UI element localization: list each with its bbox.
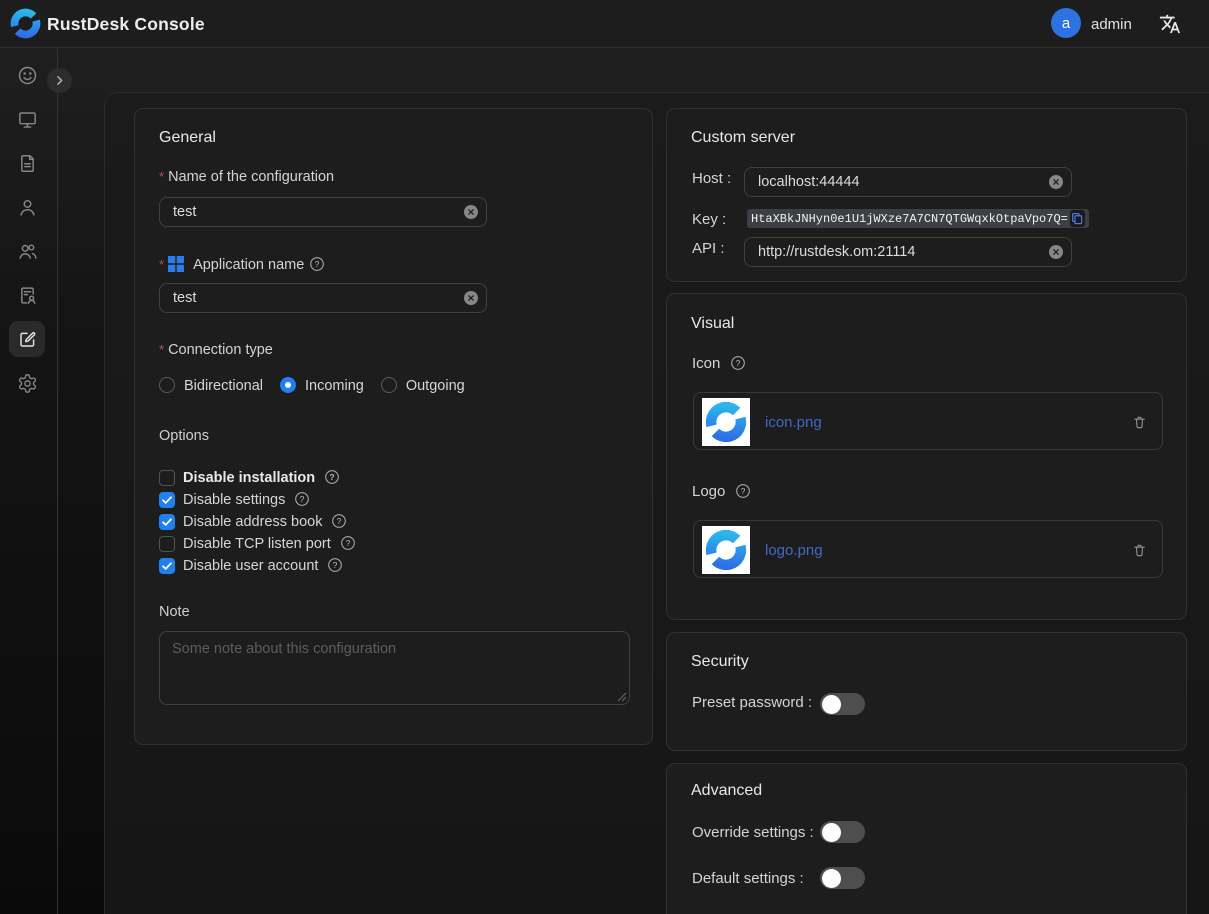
svg-text:?: ? — [345, 538, 350, 548]
svg-text:?: ? — [735, 358, 740, 368]
svg-text:?: ? — [300, 494, 305, 504]
svg-text:?: ? — [740, 486, 745, 496]
svg-text:?: ? — [330, 472, 335, 482]
svg-text:?: ? — [333, 560, 338, 570]
svg-text:?: ? — [337, 516, 342, 526]
svg-text:?: ? — [315, 259, 320, 269]
